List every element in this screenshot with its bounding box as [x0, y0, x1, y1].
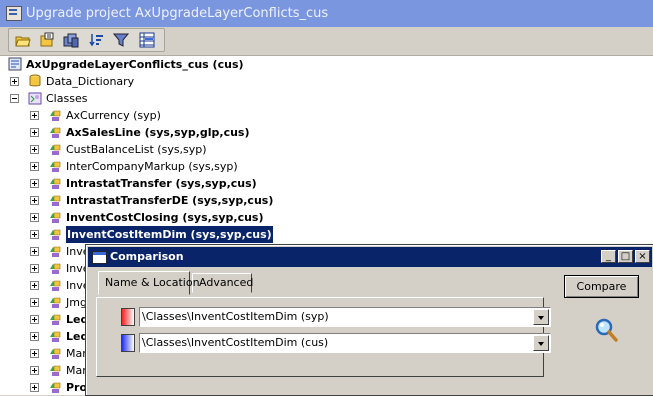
- class-icon: [50, 144, 61, 155]
- class-icon: [50, 263, 61, 274]
- class-icon: [50, 382, 61, 393]
- collapse-icon[interactable]: [10, 94, 19, 103]
- expand-icon[interactable]: [30, 128, 39, 137]
- tree-label: InterCompanyMarkup (sys,syp): [66, 160, 238, 173]
- toolbar: [8, 28, 165, 52]
- tree-label: Mar: [66, 347, 87, 360]
- tree-label: CustBalanceList (sys,syp): [66, 143, 207, 156]
- expand-icon[interactable]: [30, 264, 39, 273]
- magnifier-icon: [595, 318, 618, 342]
- expand-icon[interactable]: [30, 196, 39, 205]
- classes-folder-icon: [28, 92, 42, 105]
- expand-icon[interactable]: [30, 383, 39, 392]
- app-window-icon: [6, 6, 22, 21]
- upgrade-project-window: Upgrade project AxUpgradeLayerConflicts_…: [0, 0, 653, 396]
- tree-label: AxCurrency (syp): [66, 109, 161, 122]
- dialog-titlebar[interactable]: Comparison _ □ ×: [88, 247, 652, 267]
- class-icon: [50, 178, 61, 189]
- class-icon: [50, 127, 61, 138]
- dialog-window-icon: [92, 251, 107, 264]
- expand-icon[interactable]: [30, 349, 39, 358]
- expand-icon[interactable]: [30, 145, 39, 154]
- open-folder-icon[interactable]: [15, 32, 31, 48]
- compare-button[interactable]: Compare: [564, 275, 639, 298]
- class-icon: [50, 246, 61, 257]
- tree-label: IntrastatTransfer (sys,syp,cus): [66, 177, 257, 190]
- project-icon: [8, 57, 22, 71]
- first-color-swatch: [121, 308, 135, 326]
- class-icon: [50, 161, 61, 172]
- chevron-down-icon[interactable]: [533, 309, 549, 325]
- class-icon: [50, 297, 61, 308]
- expand-icon[interactable]: [10, 77, 19, 86]
- class-icon: [50, 331, 61, 342]
- class-icon: [50, 348, 61, 359]
- expand-icon[interactable]: [30, 111, 39, 120]
- first-path-value: \Classes\InventCostItemDim (syp): [142, 310, 329, 323]
- minimize-button[interactable]: _: [601, 250, 616, 263]
- tree-root-label: AxUpgradeLayerConflicts_cus (cus): [26, 58, 244, 71]
- expand-icon[interactable]: [30, 315, 39, 324]
- class-icon: [50, 314, 61, 325]
- close-button[interactable]: ×: [635, 250, 650, 263]
- expand-icon[interactable]: [30, 230, 39, 239]
- expand-icon[interactable]: [30, 247, 39, 256]
- class-icon: [50, 229, 61, 240]
- expand-icon[interactable]: [30, 213, 39, 222]
- maximize-button[interactable]: □: [618, 250, 633, 263]
- tree-label: Data_Dictionary: [46, 75, 135, 88]
- chevron-down-icon[interactable]: [533, 335, 549, 351]
- expand-icon[interactable]: [30, 179, 39, 188]
- window-title: Upgrade project AxUpgradeLayerConflicts_…: [26, 6, 329, 21]
- first-path-select[interactable]: \Classes\InventCostItemDim (syp): [139, 307, 551, 327]
- second-path-value: \Classes\InventCostItemDim (cus): [142, 336, 329, 349]
- class-icon: [50, 212, 61, 223]
- expand-icon[interactable]: [30, 281, 39, 290]
- dialog-title: Comparison: [110, 250, 184, 263]
- tab-advanced[interactable]: Advanced: [192, 273, 253, 293]
- tab-panel-name-location: \Classes\InventCostItemDim (syp) \Classe…: [96, 297, 551, 377]
- tree-label: Mar: [66, 364, 87, 377]
- tree-label: Pro: [66, 381, 88, 394]
- class-icon: [50, 365, 61, 376]
- tree-label: InventCostItemDim (sys,syp,cus): [65, 225, 274, 244]
- tree-label: IntrastatTransferDE (sys,syp,cus): [66, 194, 274, 207]
- expand-icon[interactable]: [30, 298, 39, 307]
- tree-label: InventCostClosing (sys,syp,cus): [66, 211, 264, 224]
- tree-label: AxSalesLine (sys,syp,glp,cus): [66, 126, 250, 139]
- copy-icon[interactable]: [63, 32, 79, 48]
- class-icon: [50, 110, 61, 121]
- properties-icon[interactable]: [39, 32, 55, 48]
- expand-icon[interactable]: [30, 332, 39, 341]
- class-icon: [50, 195, 61, 206]
- sort-icon[interactable]: [89, 32, 105, 48]
- expand-icon[interactable]: [30, 162, 39, 171]
- tree-label: Jmg: [66, 296, 87, 309]
- second-path-select[interactable]: \Classes\InventCostItemDim (cus): [139, 333, 551, 353]
- window-titlebar[interactable]: Upgrade project AxUpgradeLayerConflicts_…: [0, 0, 653, 27]
- compare-grid-icon[interactable]: [139, 32, 155, 48]
- class-icon: [50, 280, 61, 291]
- filter-icon[interactable]: [113, 32, 129, 48]
- second-color-swatch: [121, 334, 135, 352]
- tab-name-location[interactable]: Name & Location: [98, 271, 200, 295]
- expand-icon[interactable]: [30, 366, 39, 375]
- database-icon: [29, 74, 41, 87]
- comparison-dialog: Comparison _ □ × Name & Location Advance…: [85, 244, 653, 396]
- tree-label: Classes: [46, 92, 88, 105]
